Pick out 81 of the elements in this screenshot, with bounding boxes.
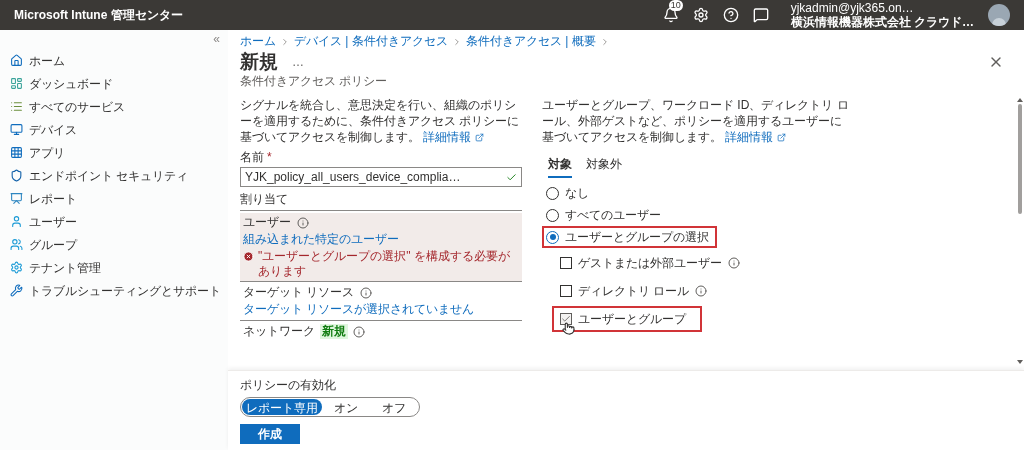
sidebar-item[interactable]: トラブルシューティングとサポート <box>0 279 228 302</box>
check-icon <box>506 171 517 183</box>
external-link-icon <box>474 133 484 143</box>
sidebar-item[interactable]: ホーム <box>0 49 228 72</box>
avatar[interactable] <box>988 4 1010 26</box>
assignments-heading: 割り当て <box>240 192 522 211</box>
target-resources-label: ターゲット リソース <box>243 285 355 300</box>
scrollbar[interactable] <box>1016 98 1024 364</box>
sidebar-item[interactable]: アプリ <box>0 141 228 164</box>
description: シグナルを統合し、意思決定を行い、組織のポリシーを適用するために、条件付きアクセス ポリシーに基づいてアクセスを制御します。 詳細情報 <box>240 97 521 145</box>
info-icon <box>353 325 365 338</box>
new-badge: 新規 <box>320 324 348 339</box>
list-icon <box>10 100 23 113</box>
collapse-button[interactable]: « <box>213 33 220 45</box>
app-title: Microsoft Intune 管理センター <box>14 7 183 24</box>
toggle-option[interactable]: オフ <box>370 399 418 415</box>
users-link[interactable]: 組み込まれた特定のユーザー <box>243 232 519 247</box>
breadcrumb-link[interactable]: 条件付きアクセス | 概要 <box>465 34 596 49</box>
scroll-down-icon[interactable] <box>1017 360 1023 364</box>
name-label: 名前 <box>240 150 264 165</box>
toggle-option[interactable]: レポート専用 <box>242 399 322 415</box>
more-button[interactable]: … <box>292 53 304 71</box>
wrench-icon <box>10 284 23 297</box>
sidebar-item[interactable]: すべてのサービス <box>0 95 228 118</box>
enable-policy-label: ポリシーの有効化 <box>240 378 336 393</box>
dashboard-icon <box>10 77 23 90</box>
sidebar-item[interactable]: ダッシュボード <box>0 72 228 95</box>
page-title: 新規 <box>240 50 278 74</box>
home-icon <box>10 54 23 67</box>
grid-icon <box>10 146 23 159</box>
checkbox-option[interactable]: ゲストまたは外部ユーザー <box>560 254 722 272</box>
name-field[interactable]: YJK_policy_all_users_device_complia… <box>240 167 522 187</box>
chevron-icon <box>280 36 290 47</box>
gear-icon <box>10 261 23 274</box>
tab[interactable]: 対象外 <box>586 155 622 178</box>
checkbox-option[interactable]: ユーザーとグループ <box>560 310 686 328</box>
radio-option[interactable]: すべてのユーザー <box>546 206 661 224</box>
sidebar-item[interactable]: テナント管理 <box>0 256 228 279</box>
create-button[interactable]: 作成 <box>240 424 300 444</box>
network-label: ネットワーク <box>243 324 315 339</box>
pointer-cursor-icon <box>562 322 575 335</box>
sidebar-item[interactable]: エンドポイント セキュリティ <box>0 164 228 187</box>
user-org: 横浜情報機器株式会社 クラウド… <box>790 15 974 29</box>
users-icon <box>10 238 23 251</box>
toggle-option[interactable]: オン <box>322 399 370 415</box>
breadcrumb-link[interactable]: ホーム <box>240 34 276 49</box>
checkbox[interactable] <box>560 285 572 297</box>
breadcrumb-link[interactable]: デバイス | 条件付きアクセス <box>294 34 448 49</box>
scroll-up-icon[interactable] <box>1017 98 1023 102</box>
page-subtitle: 条件付きアクセス ポリシー <box>240 74 389 89</box>
feedback-icon[interactable] <box>752 7 769 23</box>
info-icon <box>360 286 373 299</box>
external-link-icon <box>776 133 786 143</box>
tab[interactable]: 対象 <box>548 155 572 178</box>
help-icon[interactable] <box>722 7 739 23</box>
user-email[interactable]: yjkadmin@yjk365.on… <box>790 1 974 15</box>
report-screen-icon <box>10 192 23 205</box>
notification-icon[interactable] <box>662 7 679 23</box>
notification-count: 10 <box>668 0 683 11</box>
checkbox[interactable] <box>560 313 572 325</box>
target-resources-link[interactable]: ターゲット リソースが選択されていません <box>240 302 522 321</box>
radio-option[interactable]: なし <box>546 184 589 202</box>
checkbox[interactable] <box>560 257 572 269</box>
shield-icon <box>10 169 23 182</box>
description: ユーザーとグループ、ワークロード ID、ディレクトリ ロール、外部ゲストなど、ポリシーを適用するユーザーに基づいてアクセスを制御します。 詳細情報 <box>542 97 850 145</box>
error-icon <box>243 251 254 262</box>
monitor-icon <box>10 123 23 136</box>
sidebar-item[interactable]: デバイス <box>0 118 228 141</box>
sidebar-item[interactable]: ユーザー <box>0 210 228 233</box>
learn-more-link[interactable]: 詳細情報 <box>725 130 786 144</box>
user-icon <box>10 215 23 228</box>
sidebar-item[interactable]: レポート <box>0 187 228 210</box>
required-mark: * <box>267 150 272 165</box>
info-icon <box>297 216 309 229</box>
users-label: ユーザー <box>243 215 291 230</box>
radio-option[interactable]: ユーザーとグループの選択 <box>546 228 709 246</box>
checkbox-option[interactable]: ディレクトリ ロール <box>560 282 690 300</box>
error-message: "ユーザーとグループの選択" を構成する必要があります <box>258 249 511 279</box>
learn-more-link[interactable]: 詳細情報 <box>423 130 484 144</box>
sidebar-item[interactable]: グループ <box>0 233 228 256</box>
settings-icon[interactable] <box>692 7 709 23</box>
